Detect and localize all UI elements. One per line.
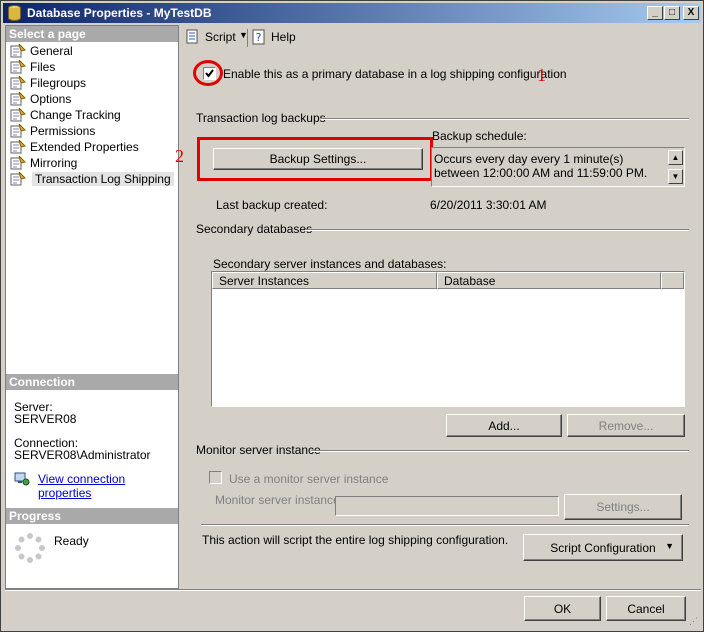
backup-schedule-label: Backup schedule:: [432, 129, 527, 143]
property-page-icon: [10, 108, 26, 122]
script-label: Script: [205, 30, 236, 44]
backup-settings-button[interactable]: Backup Settings...: [213, 148, 423, 170]
cancel-button[interactable]: Cancel: [606, 596, 686, 621]
group-divider: [311, 450, 689, 452]
page-item-label: Permissions: [30, 124, 96, 138]
help-button[interactable]: ? Help: [251, 29, 299, 47]
annotation-number-1: 1: [537, 65, 546, 85]
page-item-label: Change Tracking: [30, 108, 121, 122]
secondary-databases-grid[interactable]: Server Instances Database: [211, 271, 685, 407]
column-header-server-instances[interactable]: Server Instances: [212, 272, 437, 289]
ok-button[interactable]: OK: [524, 596, 601, 621]
maximize-button[interactable]: □: [664, 6, 680, 20]
chevron-down-icon: ▼: [665, 541, 674, 551]
connection-value: SERVER08\Administrator: [14, 448, 151, 462]
property-page-icon: [10, 76, 26, 90]
page-item-label: Transaction Log Shipping: [32, 172, 174, 186]
server-value: SERVER08: [14, 412, 77, 426]
secondary-list-label: Secondary server instances and databases…: [213, 257, 447, 271]
connection-header: Connection: [6, 374, 178, 390]
remove-button[interactable]: Remove...: [567, 414, 685, 437]
schedule-text: Occurs every day every 1 minute(s) betwe…: [434, 152, 648, 180]
resize-grip-icon[interactable]: ⋰: [689, 615, 701, 627]
page-item-label: Options: [30, 92, 72, 106]
backup-schedule-text[interactable]: Occurs every day every 1 minute(s) betwe…: [431, 147, 685, 187]
scroll-up-button[interactable]: ▲: [668, 150, 683, 165]
annotation-circle: [193, 60, 223, 86]
annotation-number-2: 2: [175, 146, 184, 166]
property-page-icon: [10, 156, 26, 170]
footer-divider: [5, 589, 701, 591]
tlog-backups-group-label: Transaction log backups: [196, 111, 326, 125]
script-configuration-button[interactable]: Script Configuration ▼: [523, 534, 683, 561]
view-connection-properties-link[interactable]: View connection properties: [38, 472, 178, 500]
last-backup-value: 6/20/2011 3:30:01 AM: [430, 198, 547, 212]
property-page-icon: [10, 124, 26, 138]
column-header-blank: [661, 272, 684, 289]
group-divider: [201, 524, 689, 526]
toolbar-separator: [247, 29, 248, 47]
main-panel: Script ▼ ? Help Enable this as a primary…: [175, 25, 701, 589]
property-page-icon: [10, 140, 26, 154]
property-page-icon: [10, 172, 26, 186]
last-backup-label: Last backup created:: [216, 198, 328, 212]
add-button[interactable]: Add...: [446, 414, 562, 437]
minimize-button[interactable]: _: [647, 6, 663, 20]
use-monitor-label: Use a monitor server instance: [229, 472, 389, 486]
script-note: This action will script the entire log s…: [202, 533, 509, 547]
svg-text:?: ?: [256, 31, 262, 44]
use-monitor-checkbox[interactable]: [209, 471, 222, 484]
page-item-label: Files: [30, 60, 56, 74]
property-page-icon: [10, 60, 26, 74]
enable-primary-label: Enable this as a primary database in a l…: [223, 67, 567, 81]
select-page-header: Select a page: [6, 26, 178, 42]
scroll-down-button[interactable]: ▼: [668, 169, 683, 184]
property-page-icon: [10, 92, 26, 106]
property-page-icon: [10, 44, 26, 58]
group-divider: [321, 118, 689, 120]
window-title: Database Properties - MyTestDB: [27, 6, 212, 20]
progress-status: Ready: [54, 534, 89, 548]
script-configuration-label: Script Configuration: [550, 540, 656, 555]
progress-spinner-icon: [15, 533, 45, 563]
database-icon: [8, 5, 21, 21]
column-header-database[interactable]: Database: [437, 272, 661, 289]
script-button[interactable]: Script ▼: [185, 29, 249, 47]
monitor-instance-input[interactable]: [335, 496, 559, 516]
group-divider: [305, 229, 689, 231]
secondary-databases-group-label: Secondary databases: [196, 222, 313, 236]
monitor-instance-label: Monitor server instance: [215, 493, 340, 507]
help-icon: ?: [252, 29, 265, 45]
page-item-label: Extended Properties: [30, 140, 139, 154]
page-item-label: Mirroring: [30, 156, 78, 170]
database-properties-window: Database Properties - MyTestDB _ □ X Sel…: [0, 0, 704, 632]
help-label: Help: [271, 30, 296, 44]
monitor-server-group-label: Monitor server instance: [196, 443, 321, 457]
progress-header: Progress: [6, 508, 178, 524]
page-item-label: Filegroups: [30, 76, 87, 90]
title-bar[interactable]: Database Properties - MyTestDB _ □ X: [3, 3, 701, 23]
connection-properties-icon: [14, 472, 30, 486]
left-panel: Select a page General Files Filegroups O…: [5, 25, 179, 589]
monitor-settings-button[interactable]: Settings...: [564, 494, 682, 520]
page-item-label: General: [30, 44, 73, 58]
close-button[interactable]: X: [683, 6, 699, 20]
script-icon: [186, 29, 198, 44]
